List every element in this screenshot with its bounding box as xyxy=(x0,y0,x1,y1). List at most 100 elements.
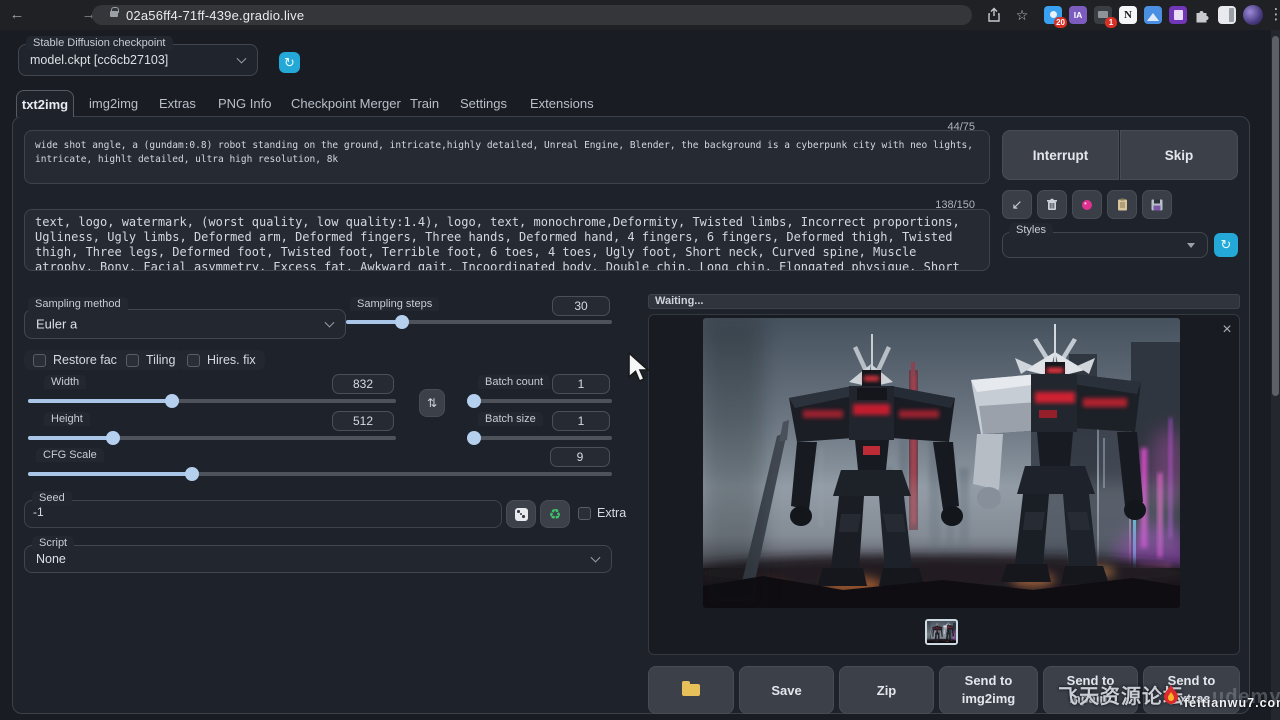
extension-screenshot-icon[interactable]: 1 xyxy=(1094,6,1112,24)
styles-refresh-button[interactable]: ↻ xyxy=(1214,233,1238,257)
mountain-shape xyxy=(1147,13,1159,21)
checkpoint-refresh-button[interactable]: ↻ xyxy=(279,52,300,73)
tab-settings[interactable]: Settings xyxy=(460,96,507,111)
batch-count-slider[interactable] xyxy=(468,394,612,408)
url-text[interactable]: 02a56ff4-71ff-439e.gradio.live xyxy=(126,8,304,23)
open-folder-button[interactable] xyxy=(648,666,734,714)
width-slider[interactable] xyxy=(28,394,396,408)
share-icon[interactable] xyxy=(986,7,1002,23)
skip-button[interactable]: Skip xyxy=(1120,130,1238,180)
hires-fix-checkbox[interactable]: Hires. fix xyxy=(178,350,265,370)
watermark-domain-text: feitianwu7.com xyxy=(1184,696,1280,710)
reuse-seed-button[interactable]: ♻ xyxy=(540,500,570,528)
tab-txt2img[interactable]: txt2img xyxy=(16,90,74,117)
swap-dimensions-button[interactable]: ⇅ xyxy=(419,389,445,417)
sampling-steps-label: Sampling steps xyxy=(350,297,439,311)
save-style-button[interactable] xyxy=(1142,190,1172,219)
seed-extra-checkbox[interactable]: Extra xyxy=(578,506,626,520)
sidebar-toggle-icon[interactable] xyxy=(1218,6,1236,24)
pin-badge: 20 xyxy=(1054,17,1067,28)
height-label: Height xyxy=(44,412,90,426)
screen: ← → ↻ 02a56ff4-71ff-439e.gradio.live ☆ 2… xyxy=(0,0,1280,720)
generated-image[interactable] xyxy=(703,318,1180,608)
styles-dropdown[interactable]: Styles xyxy=(1002,232,1208,258)
zip-button[interactable]: Zip xyxy=(839,666,934,714)
script-dropdown[interactable]: Script None xyxy=(24,545,612,573)
extension-pin-icon[interactable]: 20 xyxy=(1044,6,1062,24)
clear-prompt-button[interactable] xyxy=(1037,190,1067,219)
checkbox-icon[interactable] xyxy=(33,354,46,367)
tab-png-info[interactable]: PNG Info xyxy=(218,96,271,111)
sampling-method-label: Sampling method xyxy=(28,297,128,311)
tab-extras[interactable]: Extras xyxy=(159,96,196,111)
width-value[interactable]: 832 xyxy=(332,374,394,394)
seed-label: Seed xyxy=(32,491,72,505)
apply-style-button[interactable] xyxy=(1107,190,1137,219)
checkbox-icon[interactable] xyxy=(578,507,591,520)
tiling-label: Tiling xyxy=(146,353,175,367)
browser-menu-icon[interactable]: ⋮ xyxy=(1265,0,1280,30)
styles-label: Styles xyxy=(1009,223,1053,237)
tiling-checkbox[interactable]: Tiling xyxy=(117,350,184,370)
send-to-img2img-button[interactable]: Send to img2img xyxy=(939,666,1038,714)
scrollbar-thumb[interactable] xyxy=(1272,36,1279,396)
extension-photos-icon[interactable] xyxy=(1144,6,1162,24)
profile-avatar[interactable] xyxy=(1243,5,1263,25)
prompt-input[interactable]: wide shot angle, a (gundam:0.8) robot st… xyxy=(24,130,990,184)
extensions-puzzle-icon[interactable] xyxy=(1193,6,1211,24)
checkpoint-value: model.ckpt [cc6cb27103] xyxy=(30,53,168,67)
swap-arrows-icon: ⇅ xyxy=(427,396,437,410)
tab-train[interactable]: Train xyxy=(410,96,439,111)
tab-checkpoint-merger[interactable]: Checkpoint Merger xyxy=(291,96,401,111)
folder-icon xyxy=(682,684,700,696)
checkbox-icon[interactable] xyxy=(187,354,200,367)
extension-notion-icon[interactable]: N xyxy=(1119,6,1137,24)
width-label: Width xyxy=(44,375,86,389)
batch-size-label: Batch size xyxy=(478,412,543,426)
cfg-scale-label: CFG Scale xyxy=(36,448,104,462)
recycle-icon: ♻ xyxy=(549,506,562,523)
sampling-steps-value[interactable]: 30 xyxy=(552,296,610,316)
sampling-method-value: Euler a xyxy=(36,317,77,332)
batch-count-label: Batch count xyxy=(478,375,550,389)
close-icon[interactable]: × xyxy=(1218,321,1236,339)
script-value: None xyxy=(36,552,66,566)
dice-icon xyxy=(515,508,528,521)
chevron-down-icon xyxy=(237,54,247,64)
paste-prompt-button[interactable]: ↙ xyxy=(1002,190,1032,219)
batch-size-slider[interactable] xyxy=(468,431,612,445)
extra-networks-button[interactable] xyxy=(1072,190,1102,219)
interrupt-button[interactable]: Interrupt xyxy=(1002,130,1119,180)
negative-prompt-input[interactable]: text, logo, watermark, (worst quality, l… xyxy=(24,209,990,271)
extension-ia-icon[interactable]: IA xyxy=(1069,6,1087,24)
cfg-scale-value[interactable]: 9 xyxy=(550,447,610,467)
batch-size-value[interactable]: 1 xyxy=(552,411,610,431)
palette-icon xyxy=(1081,199,1093,211)
random-seed-button[interactable] xyxy=(506,500,536,528)
extra-label: Extra xyxy=(597,506,626,520)
sampling-method-dropdown[interactable]: Euler a xyxy=(24,309,346,339)
checkpoint-dropdown[interactable]: Stable Diffusion checkpoint model.ckpt [… xyxy=(18,44,258,76)
address-bar[interactable]: 02a56ff4-71ff-439e.gradio.live xyxy=(92,5,972,25)
seed-input[interactable] xyxy=(33,505,485,519)
extension-onenote-icon[interactable] xyxy=(1169,6,1187,24)
save-button[interactable]: Save xyxy=(739,666,834,714)
gallery-thumbnail[interactable] xyxy=(925,619,958,645)
height-value[interactable]: 512 xyxy=(332,411,394,431)
cfg-scale-slider[interactable] xyxy=(28,467,612,481)
tab-img2img[interactable]: img2img xyxy=(89,96,138,111)
back-icon[interactable]: ← xyxy=(6,0,28,30)
sampling-steps-slider[interactable] xyxy=(346,315,612,329)
bookmark-star-icon[interactable]: ☆ xyxy=(1011,0,1033,30)
clipboard-icon xyxy=(1117,198,1128,211)
chevron-down-icon xyxy=(591,553,601,563)
height-slider[interactable] xyxy=(28,431,396,445)
tab-extensions[interactable]: Extensions xyxy=(530,96,594,111)
seed-field[interactable]: Seed xyxy=(24,500,502,528)
trash-icon xyxy=(1046,198,1058,211)
checkbox-icon[interactable] xyxy=(126,354,139,367)
sidebar-pane xyxy=(1229,8,1234,22)
scrollbar-track[interactable] xyxy=(1271,30,1280,720)
batch-count-value[interactable]: 1 xyxy=(552,374,610,394)
dropdown-arrow-icon xyxy=(1187,243,1195,248)
